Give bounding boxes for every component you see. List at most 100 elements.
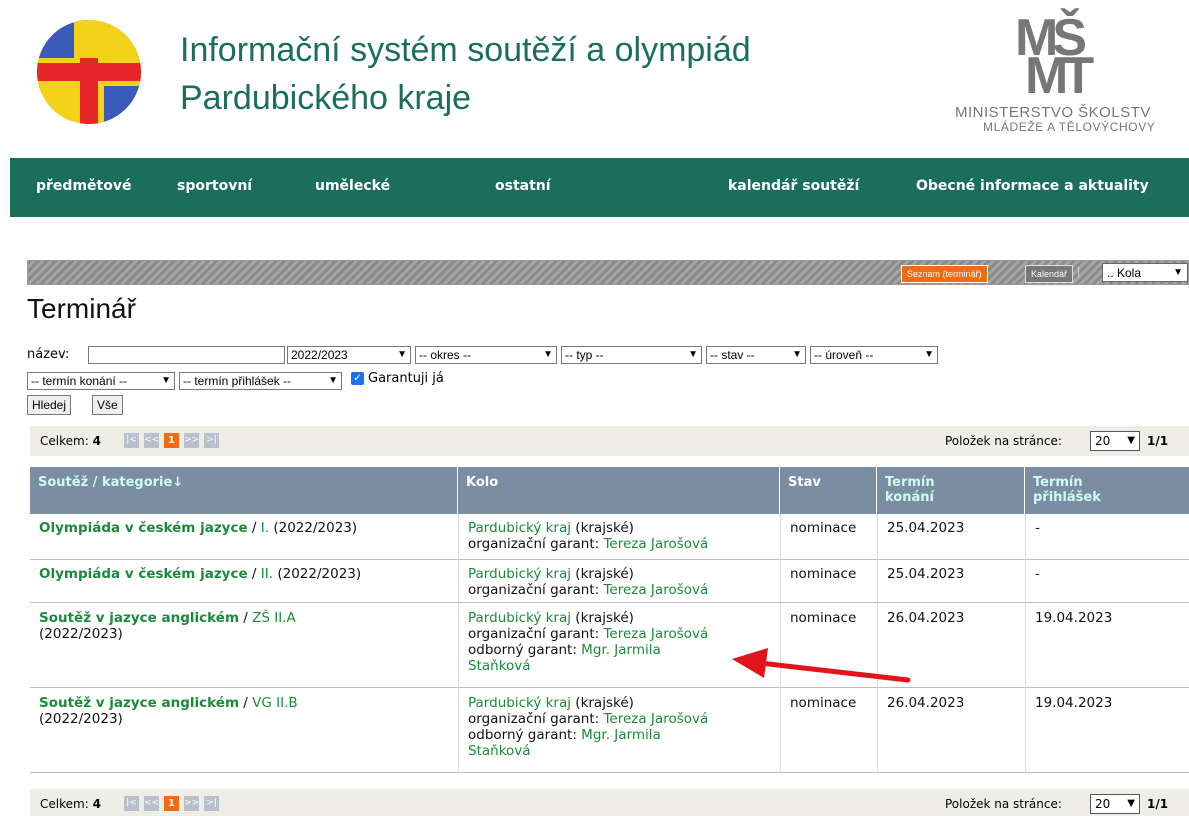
column-header-state: Stav (780, 467, 877, 514)
site-title[interactable]: Informační systém soutěží a olympiád Par… (180, 26, 751, 122)
expert-guarantee-link-cont[interactable]: Staňková (468, 658, 531, 674)
search-button[interactable]: Hledej (27, 395, 72, 415)
level-select-value: -- úroveň -- (814, 348, 874, 362)
column-header-event-date[interactable]: Termín konání (877, 467, 1025, 514)
region-logo[interactable] (37, 20, 141, 124)
year-select-value: 2022/2023 (291, 348, 348, 362)
registration-date-value: - (1035, 520, 1040, 536)
last-page-icon[interactable]: >| (204, 433, 219, 448)
ministry-name-line1: MINISTERSTVO ŠKOLSTV (955, 104, 1151, 121)
column-header-round-label: Kolo (466, 475, 499, 490)
chevron-down-icon: ▼ (328, 375, 338, 386)
first-page-icon[interactable]: |< (124, 433, 139, 448)
round-cell: Pardubický kraj (krajské) organizační gar… (468, 520, 778, 552)
org-guarantee-link[interactable]: Tereza Jarošová (603, 536, 708, 552)
list-view-button[interactable]: Seznam (terminář) (901, 265, 988, 283)
name-label: název: (27, 347, 70, 362)
expert-guarantee-link[interactable]: Mgr. Jarmila (581, 642, 661, 658)
level-select[interactable]: -- úroveň -- ▼ (810, 346, 938, 364)
event-date-value: 25.04.2023 (887, 566, 965, 582)
org-guarantee-label: organizační garant: (468, 582, 600, 598)
state-select[interactable]: -- stav -- ▼ (706, 346, 806, 364)
type-select[interactable]: -- typ -- ▼ (561, 346, 702, 364)
next-page-icon[interactable]: >> (184, 796, 199, 811)
category-link[interactable]: II. (261, 566, 273, 582)
nav-item-predmetove[interactable]: předmětové (36, 178, 131, 194)
main-navigation: předmětové sportovní umělecké ostatní ka… (10, 158, 1189, 217)
prev-page-icon[interactable]: << (144, 796, 159, 811)
prev-page-icon[interactable]: << (144, 433, 159, 448)
competition-cell: Soutěž v jazyce anglickém / ZŠ II.A (2022… (39, 610, 296, 642)
category-link[interactable]: VG II.B (252, 695, 298, 711)
nav-item-ostatni[interactable]: ostatní (495, 178, 551, 194)
pager-top: Celkem: 4 |< << 1 >> >| Položek na strán… (30, 426, 1189, 456)
region-link[interactable]: Pardubický kraj (468, 610, 571, 626)
category-link[interactable]: I. (261, 520, 269, 536)
column-header-registration-date-line2: přihlášek (1033, 490, 1101, 505)
name-input[interactable] (88, 346, 285, 364)
district-select[interactable]: -- okres -- ▼ (415, 346, 557, 364)
competition-link[interactable]: Olympiáda v českém jazyce (39, 566, 248, 582)
toolbar-separator: | (1077, 266, 1081, 277)
chevron-down-icon: ▼ (1127, 435, 1135, 446)
per-page-label: Položek na stránce: (945, 434, 1062, 448)
expert-guarantee-link[interactable]: Mgr. Jarmila (581, 727, 661, 743)
state-select-value: -- stav -- (710, 348, 755, 362)
total-value: 4 (92, 797, 101, 811)
per-page-select[interactable]: 20 ▼ (1090, 794, 1140, 814)
org-guarantee-link[interactable]: Tereza Jarošová (603, 711, 708, 727)
column-header-competition-label: Soutěž / kategorie↓ (38, 475, 184, 490)
expert-guarantee-label: odborný garant: (468, 642, 577, 658)
per-page-select[interactable]: 20 ▼ (1090, 431, 1140, 451)
column-header-competition[interactable]: Soutěž / kategorie↓ (30, 467, 458, 514)
guarantee-label: Garantuji já (368, 371, 444, 386)
column-header-event-date-line1: Termín (885, 475, 935, 490)
site-title-line1: Informační systém soutěží a olympiád (180, 31, 751, 69)
org-guarantee-link[interactable]: Tereza Jarošová (603, 626, 708, 642)
last-page-icon[interactable]: >| (204, 796, 219, 811)
column-divider (458, 514, 459, 773)
region-link[interactable]: Pardubický kraj (468, 695, 571, 711)
category-link[interactable]: ZŠ II.A (252, 610, 296, 626)
ministry-logo[interactable]: MŠ MT MINISTERSTVO ŠKOLSTV MLÁDEŽE A TĚL… (955, 12, 1189, 142)
page-count: 1/1 (1147, 434, 1169, 448)
current-page-button[interactable]: 1 (164, 433, 179, 448)
region-link[interactable]: Pardubický kraj (468, 566, 571, 582)
event-date-select[interactable]: -- termín konání -- ▼ (27, 372, 175, 390)
competition-cell: Olympiáda v českém jazyce / II. (2022/20… (39, 566, 362, 582)
round-cell: Pardubický kraj (krajské) organizační gar… (468, 566, 778, 598)
nav-item-umelecke[interactable]: umělecké (315, 178, 390, 194)
per-page-value: 20 (1095, 797, 1111, 811)
org-guarantee-label: organizační garant: (468, 711, 600, 727)
first-page-icon[interactable]: |< (124, 796, 139, 811)
per-page-label: Položek na stránce: (945, 797, 1062, 811)
calendar-view-button[interactable]: Kalendář (1025, 265, 1074, 283)
round-level: (krajské) (575, 566, 634, 582)
region-link[interactable]: Pardubický kraj (468, 520, 571, 536)
competition-link[interactable]: Soutěž v jazyce anglickém (39, 695, 239, 711)
registration-date-select[interactable]: -- termín přihlášek -- ▼ (179, 372, 342, 390)
org-guarantee-link[interactable]: Tereza Jarošová (603, 582, 708, 598)
guarantee-checkbox[interactable]: ✓ (351, 372, 364, 385)
column-divider (1025, 514, 1026, 773)
round-level: (krajské) (575, 520, 634, 536)
column-header-registration-date-line1: Termín (1033, 475, 1083, 490)
nav-item-sportovni[interactable]: sportovní (177, 178, 252, 194)
event-date-select-value: -- termín konání -- (31, 374, 128, 388)
next-page-icon[interactable]: >> (184, 433, 199, 448)
nav-item-kalendar[interactable]: kalendář soutěží (728, 178, 859, 194)
round-select[interactable]: .. Kola ▼ (1102, 263, 1188, 282)
state-value: nominace (790, 695, 857, 711)
competition-link[interactable]: Olympiáda v českém jazyce (39, 520, 248, 536)
competition-year: (2022/2023) (39, 626, 123, 642)
chevron-down-icon: ▼ (792, 349, 802, 360)
show-all-button[interactable]: Vše (92, 395, 123, 415)
competition-link[interactable]: Soutěž v jazyce anglickém (39, 610, 239, 626)
chevron-down-icon: ▼ (161, 375, 171, 386)
expert-guarantee-link-cont[interactable]: Staňková (468, 743, 531, 759)
current-page-button[interactable]: 1 (164, 796, 179, 811)
chevron-down-icon: ▼ (688, 349, 698, 360)
year-select[interactable]: 2022/2023 ▼ (287, 346, 411, 364)
column-header-registration-date[interactable]: Termín přihlášek (1025, 467, 1189, 514)
nav-item-obecne-informace[interactable]: Obecné informace a aktuality (916, 178, 1149, 194)
